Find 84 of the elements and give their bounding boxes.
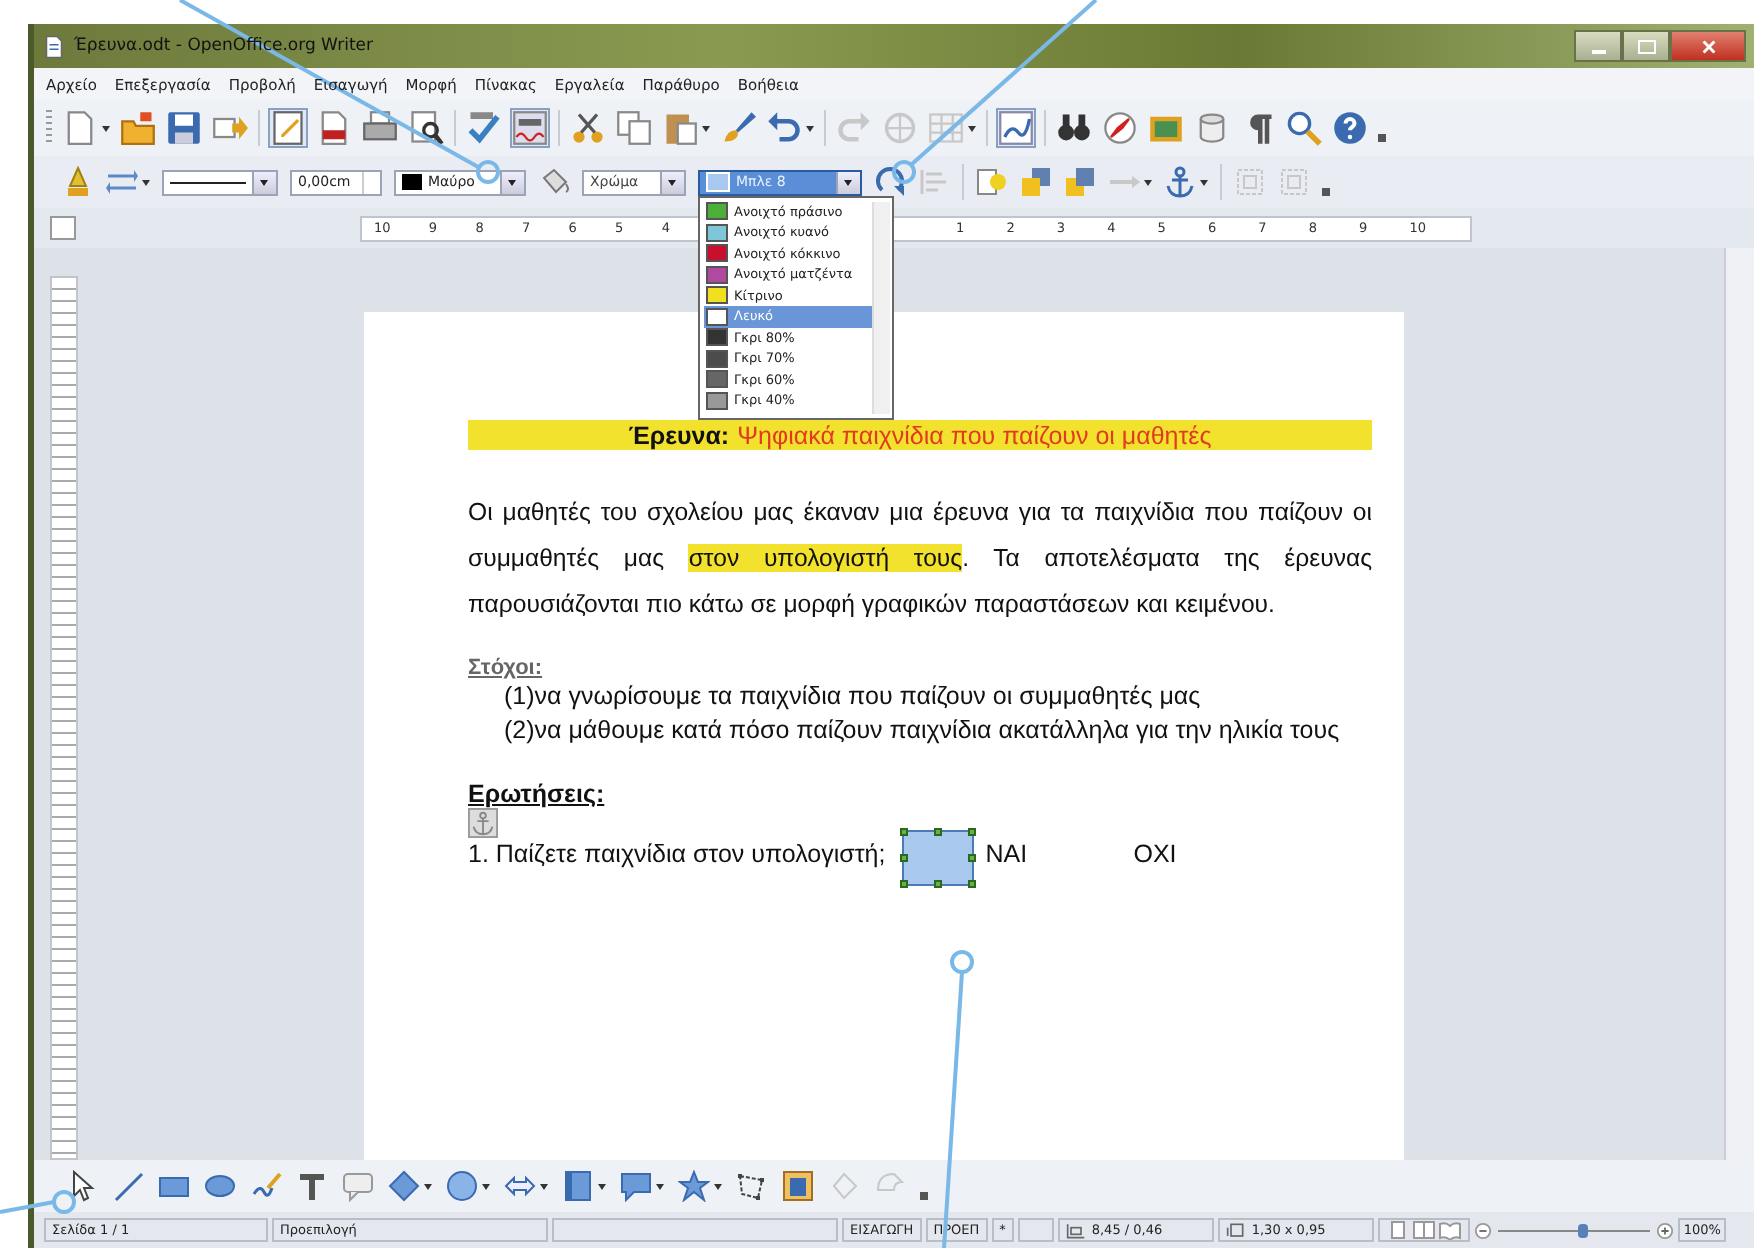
clipboard-icon[interactable]: [662, 110, 698, 146]
dropdown-arrow-icon[interactable]: [1200, 179, 1208, 185]
line-icon[interactable]: [112, 1170, 144, 1202]
wavy-underline-icon[interactable]: [512, 110, 548, 146]
compass-icon[interactable]: [1102, 110, 1138, 146]
single-page-icon[interactable]: [1385, 1220, 1410, 1240]
dropdown-arrow-icon[interactable]: [598, 1183, 606, 1189]
points-polygon-icon[interactable]: [736, 1170, 768, 1202]
block-icon[interactable]: [562, 1170, 594, 1202]
selected-rectangle-shape[interactable]: [901, 830, 974, 886]
zoom-out-icon[interactable]: [1473, 1221, 1492, 1239]
tab-stop-button[interactable]: [50, 216, 76, 240]
star-icon[interactable]: [678, 1170, 710, 1202]
rotate-icon[interactable]: [874, 166, 906, 198]
page-magnifier-icon[interactable]: [408, 110, 444, 146]
dropdown-arrow-icon[interactable]: [1144, 179, 1152, 185]
dropdown-arrow-icon[interactable]: [968, 125, 976, 131]
scissors-icon[interactable]: [570, 110, 606, 146]
squares-front-icon[interactable]: [1020, 166, 1052, 198]
speech-bubble-icon[interactable]: [620, 1170, 652, 1202]
copy-icon[interactable]: [616, 110, 652, 146]
dropdown-arrow-icon[interactable]: [702, 125, 710, 131]
lightbulb-page-icon[interactable]: [976, 166, 1008, 198]
left-right-arrow-icon[interactable]: [504, 1170, 536, 1202]
paintbrush-icon[interactable]: [720, 110, 756, 146]
scrollbar[interactable]: [1724, 248, 1754, 1160]
maximize-icon: [1637, 39, 1655, 53]
zoom-in-icon[interactable]: [1655, 1221, 1674, 1239]
dropdown-arrow-icon[interactable]: [424, 1183, 432, 1189]
squares-back-icon[interactable]: [1064, 166, 1096, 198]
pdf-icon[interactable]: [316, 110, 352, 146]
dropdown-arrow-icon[interactable]: [806, 125, 814, 131]
folder-icon[interactable]: [120, 110, 156, 146]
question-text: 1. Παίζετε παιχνίδια στον υπολογιστή;: [468, 840, 886, 868]
book-icon[interactable]: [1437, 1220, 1462, 1240]
answer-option: ΝΑΙ: [985, 840, 1122, 868]
pen-icon[interactable]: [62, 166, 94, 198]
minimize-button[interactable]: [1574, 30, 1622, 62]
anchor-icon[interactable]: [1164, 166, 1196, 198]
t-shape-icon[interactable]: [296, 1170, 328, 1202]
floppy-icon[interactable]: [166, 110, 202, 146]
draw-curve-icon[interactable]: [998, 110, 1034, 146]
squiggle-icon[interactable]: [250, 1170, 282, 1202]
section-heading: Ερωτήσεις:: [468, 780, 607, 808]
maximize-button[interactable]: [1622, 30, 1670, 62]
close-icon: [1699, 37, 1717, 55]
dropdown-arrow-icon[interactable]: [656, 1183, 664, 1189]
heading-label: Έρευνα:: [628, 421, 730, 449]
heading-title: Ψηφιακά παιχνίδια που παίζουν οι μαθητές: [737, 421, 1212, 449]
dropdown-arrow-icon[interactable]: [142, 179, 150, 185]
checkmark-icon[interactable]: [466, 110, 502, 146]
dropdown-arrow-icon[interactable]: [714, 1183, 722, 1189]
bucket-icon[interactable]: [538, 166, 570, 198]
two-pages-icon[interactable]: [1411, 1220, 1436, 1240]
size-icon: [1225, 1221, 1246, 1239]
close-button[interactable]: [1670, 30, 1746, 62]
position-icon: [1065, 1221, 1086, 1239]
dropdown-arrow-icon[interactable]: [482, 1183, 490, 1189]
help-icon[interactable]: [1332, 110, 1368, 146]
answer-option: ΟΧΙ: [1133, 840, 1270, 868]
line-style-dropdown[interactable]: [162, 169, 278, 195]
dropdown-arrow-icon[interactable]: [102, 125, 110, 131]
magnifier-icon[interactable]: [1286, 110, 1322, 146]
speech-rect-icon[interactable]: [342, 1170, 374, 1202]
anchor-icon[interactable]: [468, 808, 498, 838]
paragraph: Οι μαθητές του σχολείου μας έκαναν μια έρευνα για τα παιχνίδια που παίζουν οι συμμαθητές μας στον υπολογιστή τους. Τα αποτελέσματα της έρευνας παρουσιάζονται πιο κάτω σε μορφή γραφικών παραστάσεων και κειμένου.: [468, 496, 1372, 622]
scrollbar[interactable]: [872, 201, 890, 413]
status-field: [1017, 1218, 1054, 1242]
section-heading: Στόχοι:: [468, 656, 545, 680]
printer-icon[interactable]: [362, 110, 398, 146]
database-icon[interactable]: [1194, 110, 1230, 146]
binoculars-icon[interactable]: [1056, 110, 1092, 146]
list-item: (2)να μάθουμε κατά πόσο παίζουν παιχνίδια ακατάλληλα για την ηλικία τους: [502, 714, 1342, 748]
toolbar-grip[interactable]: [46, 110, 52, 146]
leader-line: [0, 1190, 76, 1214]
undo-icon[interactable]: [766, 110, 802, 146]
diamond-icon[interactable]: [388, 1170, 420, 1202]
list-item: (1)να γνωρίσουμε τα παιχνίδια που παίζουν οι συμμαθητές μας: [502, 680, 1203, 714]
ellipse-icon[interactable]: [204, 1170, 236, 1202]
circle-icon[interactable]: [446, 1170, 478, 1202]
dropdown-arrow-icon[interactable]: [540, 1183, 548, 1189]
minimize-icon: [1591, 49, 1605, 53]
edit-document-icon[interactable]: [270, 110, 306, 146]
document-icon: [42, 33, 66, 59]
